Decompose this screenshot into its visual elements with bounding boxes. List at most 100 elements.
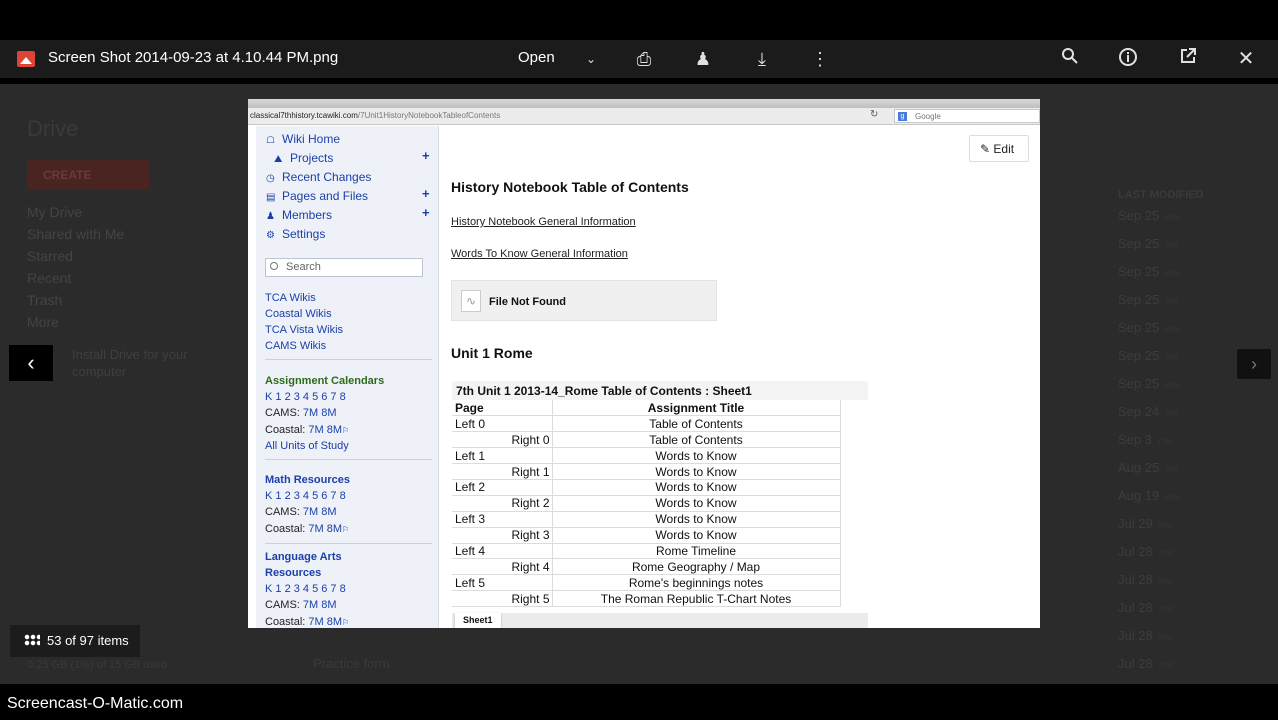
nav-settings: ⚙ Settings (266, 227, 326, 241)
page-cell: Left 4 (452, 543, 552, 560)
modified-date: Sep 24 me (1118, 404, 1180, 419)
table-row: Right 1 Words to Know (452, 463, 841, 480)
assignment-calendars-heading: Assignment Calendars (265, 375, 385, 387)
assignment-title-cell: Words to Know (551, 479, 841, 496)
drive-nav-item: Shared with Me (27, 226, 125, 242)
file-name: Screen Shot 2014-09-23 at 4.10.44 PM.png (48, 49, 339, 66)
print-icon[interactable]: ⎙ (632, 47, 656, 71)
image-icon (17, 51, 35, 67)
add-page-icon: + (422, 186, 430, 201)
sheet-title: 7th Unit 1 2013-14_Rome Table of Content… (452, 381, 868, 400)
zoom-icon[interactable] (1058, 47, 1082, 71)
open-in-new-icon[interactable] (1176, 47, 1200, 71)
page-cell: Right 0 (452, 431, 552, 449)
table-row: Right 0 Table of Contents (452, 431, 841, 449)
next-arrow-button[interactable]: › (1237, 349, 1271, 379)
broken-file-icon: ∿ (461, 290, 481, 312)
person-icon: ♟ (266, 211, 275, 222)
grade-links: K 1 2 3 4 5 6 7 8 (265, 391, 346, 403)
all-units-link: All Units of Study (265, 440, 349, 452)
watermark: Screencast-O-Matic.com (7, 695, 184, 712)
page-cell: Right 3 (452, 527, 552, 544)
edit-button: ✎ Edit (969, 135, 1029, 162)
modified-by: me (1165, 240, 1180, 251)
add-project-icon: + (422, 148, 430, 163)
close-icon[interactable]: ✕ (1234, 47, 1258, 71)
download-icon[interactable]: ⤓ (750, 47, 774, 71)
general-info-link: History Notebook General Information (451, 216, 636, 228)
assignment-title-cell: Words to Know (551, 447, 841, 465)
page-cell: Right 1 (452, 463, 552, 480)
reload-icon: ↻ (870, 109, 879, 120)
table-row: Right 5 The Roman Republic T-Chart Notes (452, 590, 841, 608)
more-vert-icon[interactable]: ⋮ (808, 47, 832, 71)
embedded-spreadsheet: 7th Unit 1 2013-14_Rome Table of Content… (452, 381, 868, 628)
create-button: CREATE (27, 160, 149, 190)
page-cell: Left 3 (452, 511, 552, 528)
cams-links: CAMS: 7M 8M (265, 407, 337, 419)
page-cell: Left 2 (452, 479, 552, 496)
add-person-icon[interactable]: ♟ (691, 47, 715, 71)
modified-by: me (1165, 212, 1180, 223)
modified-by: me (1165, 464, 1180, 475)
grade-links: K 1 2 3 4 5 6 7 8 (265, 583, 346, 595)
modified-date: Aug 19 me (1118, 488, 1180, 503)
cams-links: CAMS: 7M 8M (265, 599, 337, 611)
table-row: Right 2 Words to Know (452, 495, 841, 512)
modified-date: Sep 25 me (1118, 320, 1180, 335)
language-arts-heading: Language Arts (265, 551, 342, 563)
assignment-title-cell: Words to Know (551, 463, 841, 480)
grid-icon (24, 634, 40, 646)
assignment-title-cell: Words to Know (551, 495, 841, 512)
projects-icon: ⛰ (274, 154, 283, 165)
google-search-box: g Google (894, 109, 1040, 123)
page-cell: Left 0 (452, 415, 552, 433)
open-button[interactable]: Open (518, 49, 555, 66)
assignment-title-cell: Table of Contents (551, 431, 841, 449)
table-row: Right 3 Words to Know (452, 527, 841, 544)
modified-by: me (1158, 604, 1173, 615)
table-header-row: Page Assignment Title (452, 400, 841, 417)
address-bar: classical7thhistory.tcawiki.com/7Unit1Hi… (248, 108, 1040, 125)
assignment-title-cell: Words to Know (551, 527, 841, 544)
file-not-found-box: ∿ File Not Found (451, 280, 717, 321)
practice-form-file: Practice form (313, 656, 390, 671)
nav-members: ♟ Members (266, 208, 333, 222)
previous-arrow-button[interactable]: ‹ (9, 345, 53, 381)
modified-date: Sep 3 me (1118, 432, 1172, 447)
sheet-tab-bar: Sheet1 (452, 613, 868, 628)
page-cell: Right 5 (452, 590, 552, 608)
modified-date-list: Sep 25 me Sep 25 me Sep 25 me Sep 25 me Sep 25 me… (1118, 202, 1258, 678)
modified-date: Jul 28 me (1118, 600, 1173, 615)
google-icon: g (898, 112, 907, 121)
drive-nav-item: Recent (27, 270, 72, 286)
modified-by: me (1158, 660, 1173, 671)
nav-recent-changes: ◷ Recent Changes (266, 170, 372, 184)
modified-date: Jul 28 me (1118, 572, 1173, 587)
math-resources-heading: Math Resources (265, 474, 350, 486)
modified-date: Jul 28 me (1118, 544, 1173, 559)
page-cell: Left 1 (452, 447, 552, 465)
assignment-title-cell: The Roman Republic T-Chart Notes (551, 590, 841, 608)
items-counter[interactable]: 53 of 97 items (10, 625, 140, 657)
table-row: Left 5 Rome's beginnings notes (452, 574, 841, 592)
wiki-link: CAMS Wikis (265, 340, 327, 352)
toc-table: Page Assignment Title Left 0 Table of Con… (452, 400, 841, 608)
page-cell: Right 2 (452, 495, 552, 512)
modified-by: me (1165, 324, 1180, 335)
modified-date: Sep 25 me (1118, 292, 1180, 307)
home-icon: ☖ (266, 135, 275, 146)
add-member-icon: + (422, 205, 430, 220)
info-icon[interactable] (1116, 47, 1140, 71)
clock-icon: ◷ (266, 173, 275, 184)
modified-by: me (1165, 268, 1180, 279)
nav-projects: ⛰ Projects (274, 151, 334, 165)
language-arts-heading-2: Resources (265, 567, 322, 579)
last-modified-header: LAST MODIFIED (1118, 189, 1204, 201)
drive-nav-item: Starred (27, 248, 73, 264)
unit-heading: Unit 1 Rome (451, 345, 533, 361)
modified-date: Jul 29 me (1118, 516, 1173, 531)
assignment-title-cell: Rome's beginnings notes (551, 574, 841, 592)
cams-links: CAMS: 7M 8M (265, 506, 337, 518)
chevron-down-icon[interactable]: ⌄ (579, 47, 603, 71)
